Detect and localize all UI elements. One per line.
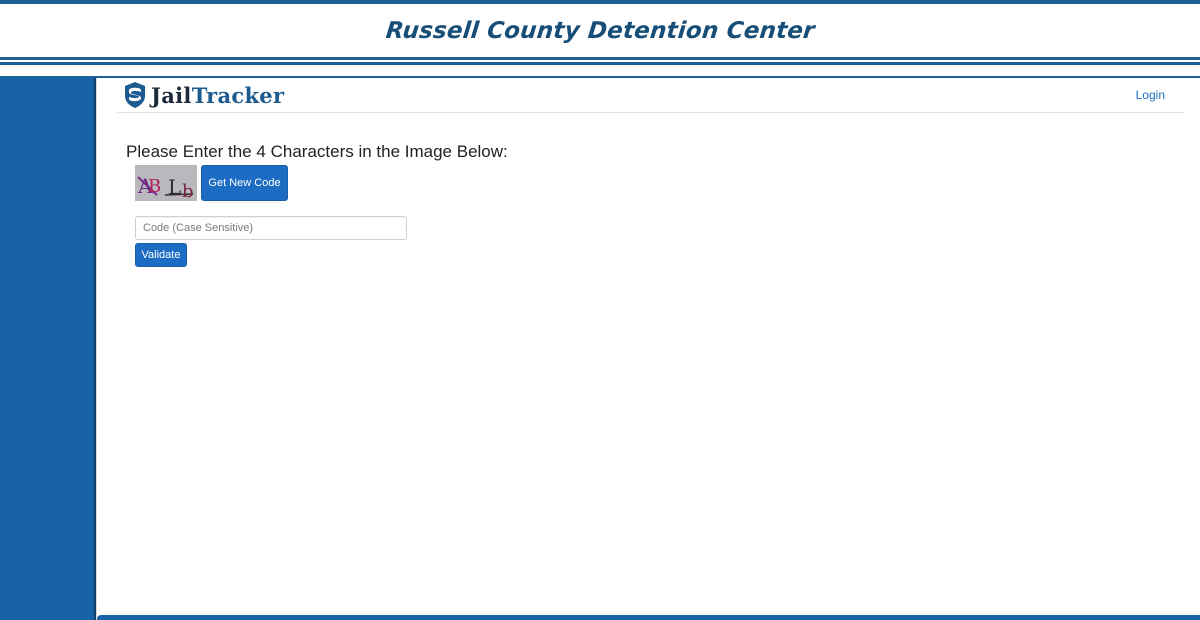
logo-text-tracker: Tracker: [191, 82, 285, 108]
captcha-row: A B L b Get New Code: [135, 165, 288, 201]
captcha-image: A B L b: [135, 165, 197, 201]
captcha-char-3: L: [168, 175, 181, 199]
captcha-graphic: A B L b: [135, 165, 197, 201]
logo-text-jail: Jail: [151, 82, 192, 108]
banner-stripe-gap: [0, 65, 1200, 76]
bottom-accent-bar: [97, 615, 1200, 620]
logo-wordmark: JailTracker: [151, 83, 284, 108]
captcha-prompt: Please Enter the 4 Characters in the Ima…: [126, 142, 508, 161]
shield-logo-icon: [125, 82, 145, 108]
site-banner: Russell County Detention Center: [0, 4, 1200, 57]
get-new-code-button[interactable]: Get New Code: [201, 165, 288, 201]
captcha-code-input[interactable]: [135, 216, 407, 240]
main-panel: JailTracker Login Please Enter the 4 Cha…: [97, 78, 1200, 620]
jailtracker-logo[interactable]: JailTracker: [125, 82, 284, 108]
login-link[interactable]: Login: [1136, 88, 1165, 102]
captcha-char-4: b: [182, 181, 194, 201]
banner-title: Russell County Detention Center: [384, 17, 816, 44]
validate-button[interactable]: Validate: [135, 243, 187, 267]
captcha-char-2: B: [148, 176, 161, 197]
top-navbar: JailTracker Login: [117, 78, 1185, 113]
left-sidebar: [0, 78, 96, 620]
